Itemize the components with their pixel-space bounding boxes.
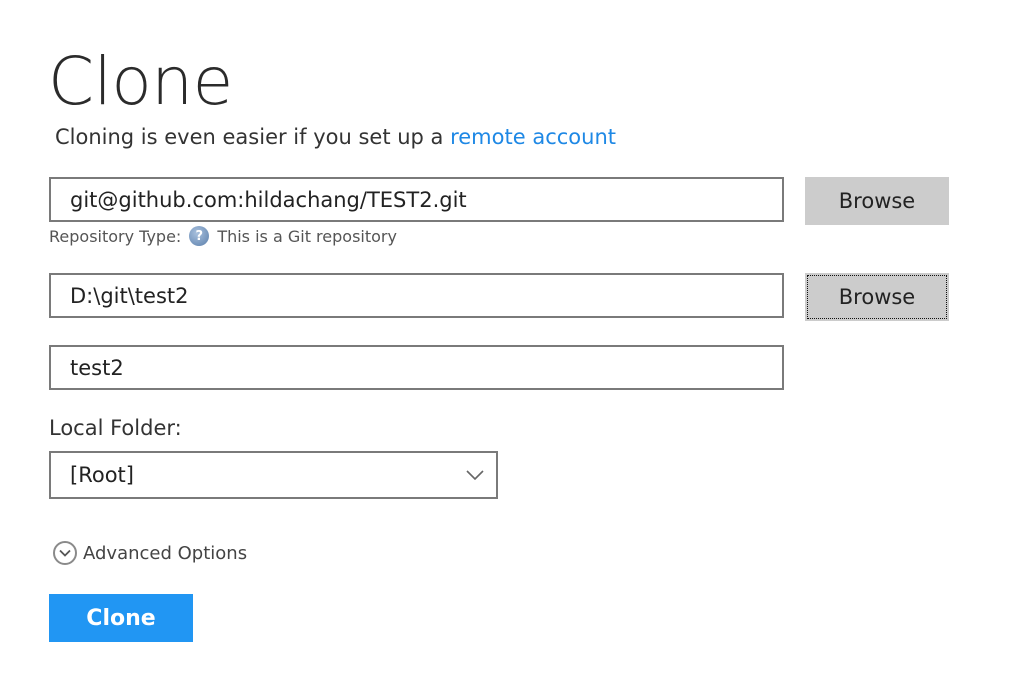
chevron-down-icon <box>466 470 496 480</box>
local-folder-selected: [Root] <box>70 463 134 487</box>
source-url-field-box <box>49 177 784 222</box>
clone-button[interactable]: Clone <box>49 594 193 642</box>
clone-dialog: Clone Cloning is even easier if you set … <box>0 0 1019 690</box>
remote-account-link[interactable]: remote account <box>450 125 616 149</box>
chevron-circle-down-icon <box>53 541 77 565</box>
question-help-icon[interactable]: ? <box>189 226 210 246</box>
advanced-options-label: Advanced Options <box>83 542 248 564</box>
browse-destination-button[interactable]: Browse <box>805 273 949 321</box>
subtitle-text: Cloning is even easier if you set up a <box>55 125 451 149</box>
local-folder-label: Local Folder: <box>49 416 182 440</box>
repository-type-label: Repository Type: <box>49 226 182 246</box>
name-input[interactable] <box>51 347 782 388</box>
repository-type-value: This is a Git repository <box>217 226 397 246</box>
name-field-box <box>49 345 784 390</box>
local-folder-dropdown[interactable]: [Root] <box>49 451 498 499</box>
page-title: Clone <box>48 43 233 120</box>
source-url-input[interactable] <box>51 179 782 220</box>
advanced-options-toggle[interactable]: Advanced Options <box>53 541 247 565</box>
browse-source-button[interactable]: Browse <box>805 177 949 225</box>
page-subtitle: Cloning is even easier if you set up a r… <box>55 124 616 150</box>
destination-path-field-box <box>49 273 784 318</box>
repository-type-info: Repository Type: ? This is a Git reposit… <box>49 226 397 246</box>
destination-path-input[interactable] <box>51 275 782 316</box>
